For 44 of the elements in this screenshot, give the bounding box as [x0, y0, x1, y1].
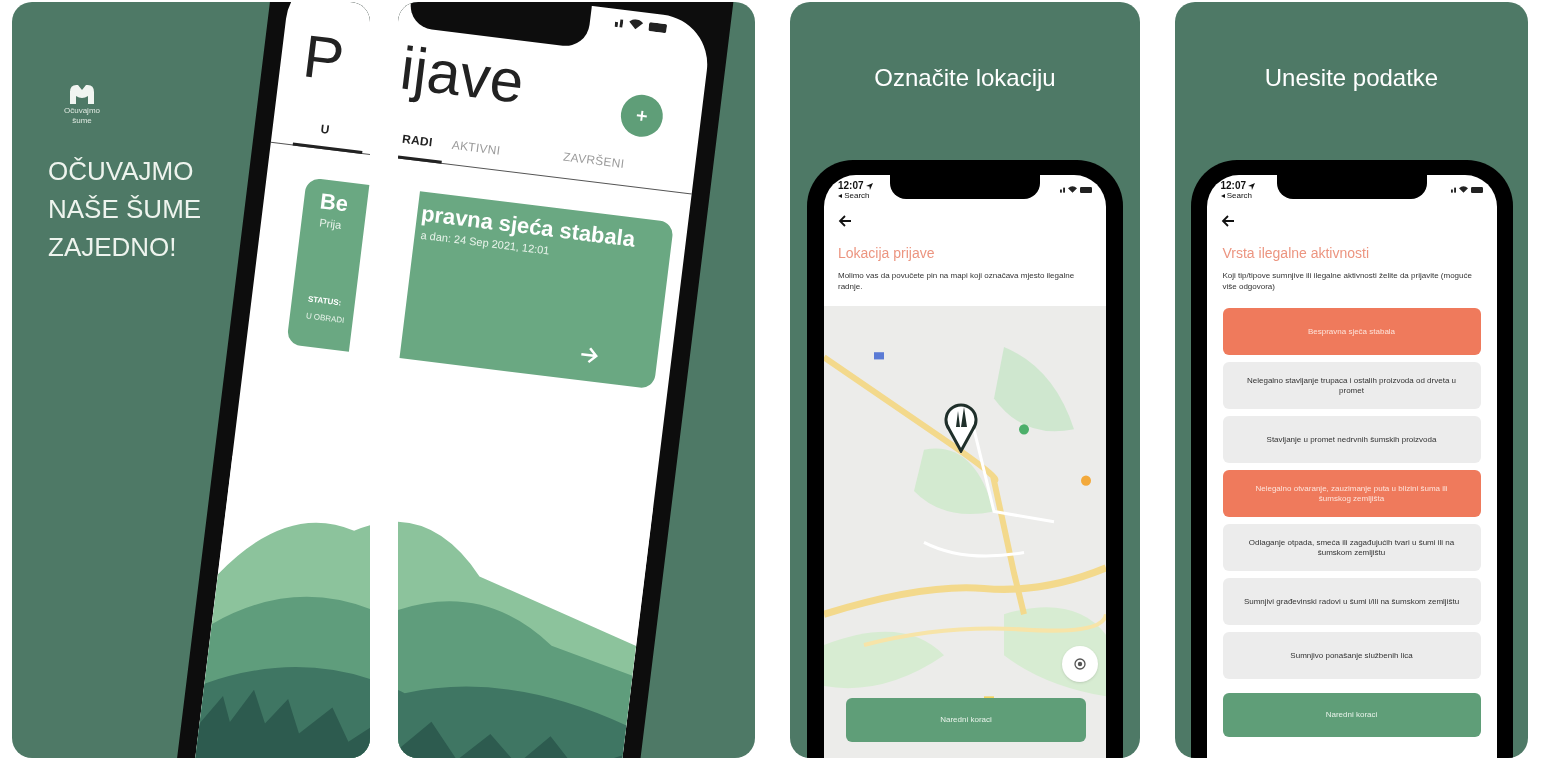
panel-headline: Označite lokaciju — [874, 63, 1056, 93]
back-arrow-icon[interactable] — [838, 215, 852, 227]
tagline: ZAJEDNO! — [48, 231, 178, 264]
logo-icon — [67, 82, 97, 106]
tab[interactable]: U — [320, 121, 331, 137]
section-description: Molimo vas da povučete pin na mapi koji označava mjesto ilegalne radnje. — [838, 270, 1076, 292]
section-description: Koji tip/tipove sumnjive ili ilegalne aktivnosti želite da prijavite (moguće više odgovora) — [1222, 270, 1473, 292]
status-value: U OBRADI — [305, 310, 345, 327]
battery-icon — [648, 22, 668, 34]
signal-icon — [1450, 186, 1456, 193]
screen-title: P — [299, 21, 348, 95]
logo-text: šume — [72, 116, 92, 126]
tagline: NAŠE ŠUME — [48, 193, 202, 226]
status-time: 12:07 — [838, 181, 864, 191]
back-arrow-icon[interactable] — [1220, 215, 1235, 227]
section-heading: Lokacija prijave — [838, 244, 936, 263]
section-heading: Vrsta ilegalne aktivnosti — [1222, 244, 1371, 263]
signal-icon — [614, 16, 624, 28]
wifi-icon — [1458, 186, 1468, 193]
map-pin-icon[interactable] — [944, 401, 978, 453]
screen-title: ijave — [398, 33, 528, 117]
option-button[interactable]: Nelegalno stavljanje trupaca i ostalih proizvoda od drveta u promet — [1222, 362, 1481, 409]
status-time: 12:07 — [1220, 181, 1247, 191]
wifi-icon — [1068, 186, 1077, 193]
arrow-right-icon — [578, 345, 601, 366]
tagline: OČUVAJMO — [48, 155, 195, 188]
option-button[interactable]: Sumnjivo ponašanje službenih lica — [1222, 632, 1481, 679]
option-button[interactable]: Stavljanje u promet nedrvnih šumskih proizvoda — [1222, 416, 1481, 463]
location-arrow-icon — [1248, 182, 1256, 190]
target-icon — [1073, 657, 1087, 671]
logo-text: Očuvajmo — [64, 106, 100, 116]
back-to-search[interactable]: ◂ Search — [838, 191, 873, 201]
status-label: STATUS: — [307, 293, 342, 310]
signal-icon — [1060, 186, 1065, 193]
panel-headline: Unesite podatke — [1264, 63, 1439, 93]
location-arrow-icon — [865, 182, 873, 190]
option-button[interactable]: Odlaganje otpada, smeća ili zagađujućih tvari u šumi ili na šumskom zemljištu — [1222, 524, 1481, 571]
back-to-search[interactable]: ◂ Search — [1220, 191, 1256, 201]
wifi-icon — [628, 18, 644, 31]
battery-icon — [1470, 187, 1483, 193]
plus-icon — [635, 109, 649, 123]
tab[interactable]: RADI — [401, 131, 434, 150]
option-button[interactable]: Sumnjivi građevinski radovi u šumi i/ili na šumskom zemljištu — [1222, 578, 1481, 625]
battery-icon — [1080, 187, 1092, 193]
